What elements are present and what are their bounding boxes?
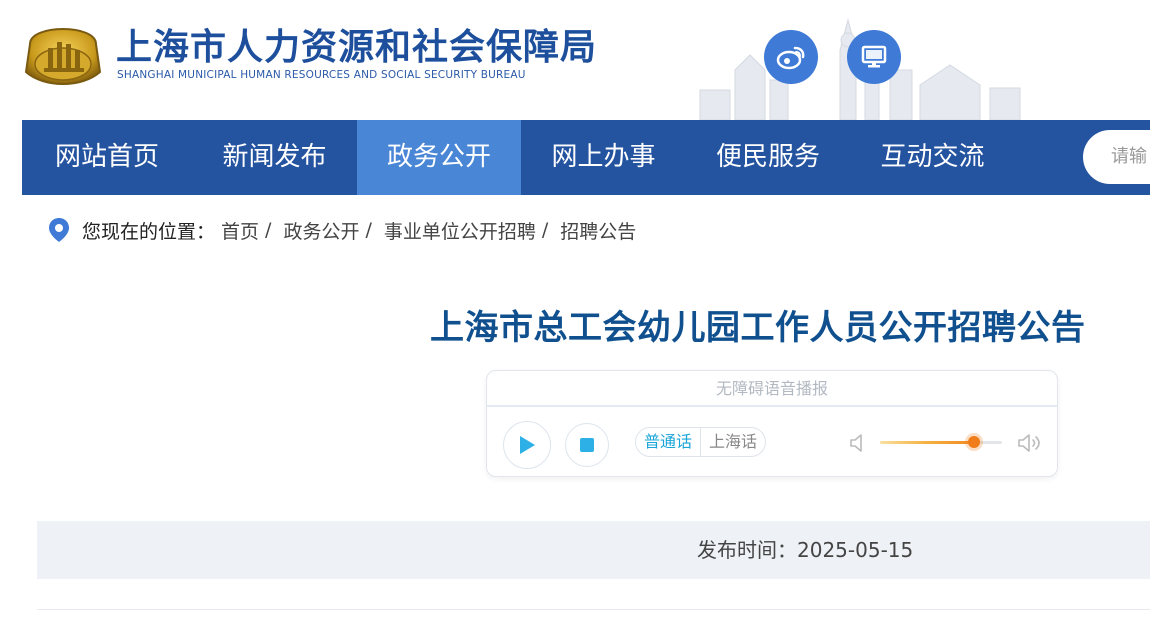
language-toggle: 普通话 上海话 bbox=[635, 427, 767, 457]
desktop-monitor-icon bbox=[861, 45, 887, 68]
breadcrumb-separator: / bbox=[541, 219, 549, 241]
breadcrumb-link-government-affairs[interactable]: 政务公开 bbox=[283, 217, 359, 244]
nav-item-public-services[interactable]: 便民服务 bbox=[686, 120, 850, 195]
breadcrumb-link-announcement[interactable]: 招聘公告 bbox=[560, 217, 636, 244]
breadcrumb-separator: / bbox=[265, 219, 272, 241]
nav-item-home[interactable]: 网站首页 bbox=[22, 120, 192, 195]
volume-slider[interactable] bbox=[880, 436, 1002, 448]
breadcrumb-link-recruitment[interactable]: 事业单位公开招聘 bbox=[384, 217, 536, 244]
stop-icon bbox=[580, 438, 594, 452]
language-option-shanghainese[interactable]: 上海话 bbox=[700, 428, 765, 456]
article-title: 上海市总工会幼儿园工作人员公开招聘公告 bbox=[430, 308, 1086, 348]
nav-item-online-services[interactable]: 网上办事 bbox=[521, 120, 686, 195]
publish-time-label: 发布时间： bbox=[697, 538, 797, 562]
location-pin-icon bbox=[49, 218, 69, 242]
play-button[interactable] bbox=[503, 421, 551, 469]
weibo-button[interactable] bbox=[764, 30, 818, 84]
logo-emblem[interactable] bbox=[22, 14, 104, 90]
breadcrumb-label: 您现在的位置： bbox=[82, 220, 216, 243]
volume-low-icon[interactable] bbox=[849, 432, 867, 454]
nav-item-government-affairs[interactable]: 政务公开 bbox=[357, 120, 521, 195]
search-input[interactable]: 请输 bbox=[1083, 130, 1150, 184]
breadcrumb: 您现在的位置： 首页 / 政务公开 / 事业单位公开招聘 / 招聘公告 bbox=[48, 215, 636, 245]
content-divider bbox=[37, 609, 1150, 610]
publish-time-value: 2025-05-15 bbox=[797, 538, 914, 562]
nav-item-interaction[interactable]: 互动交流 bbox=[850, 120, 1015, 195]
site-title: 上海市人力资源和社会保障局 bbox=[116, 27, 598, 68]
volume-high-icon[interactable] bbox=[1017, 432, 1043, 454]
site-header: 上海市人力资源和社会保障局 SHANGHAI MUNICIPAL HUMAN R… bbox=[0, 0, 1150, 120]
player-header: 无障碍语音播报 bbox=[487, 371, 1057, 407]
accessibility-audio-player: 无障碍语音播报 普通话 上海话 bbox=[486, 370, 1058, 477]
publish-info-bar: 发布时间：2025-05-15 bbox=[37, 521, 1150, 579]
language-option-mandarin[interactable]: 普通话 bbox=[636, 428, 700, 456]
volume-slider-knob[interactable] bbox=[967, 436, 980, 448]
weibo-icon bbox=[776, 46, 805, 70]
nav-item-news[interactable]: 新闻发布 bbox=[192, 120, 357, 195]
breadcrumb-separator: / bbox=[365, 219, 372, 241]
publish-time: 发布时间：2025-05-15 bbox=[697, 521, 913, 579]
desktop-version-button[interactable] bbox=[847, 30, 901, 84]
main-nav: 网站首页 新闻发布 政务公开 网上办事 便民服务 互动交流 bbox=[22, 120, 1150, 195]
play-icon bbox=[520, 436, 535, 454]
site-title-english: SHANGHAI MUNICIPAL HUMAN RESOURCES AND S… bbox=[117, 69, 526, 81]
breadcrumb-link-home[interactable]: 首页 bbox=[221, 217, 259, 244]
stop-button[interactable] bbox=[565, 423, 609, 467]
volume-slider-fill bbox=[880, 441, 974, 444]
